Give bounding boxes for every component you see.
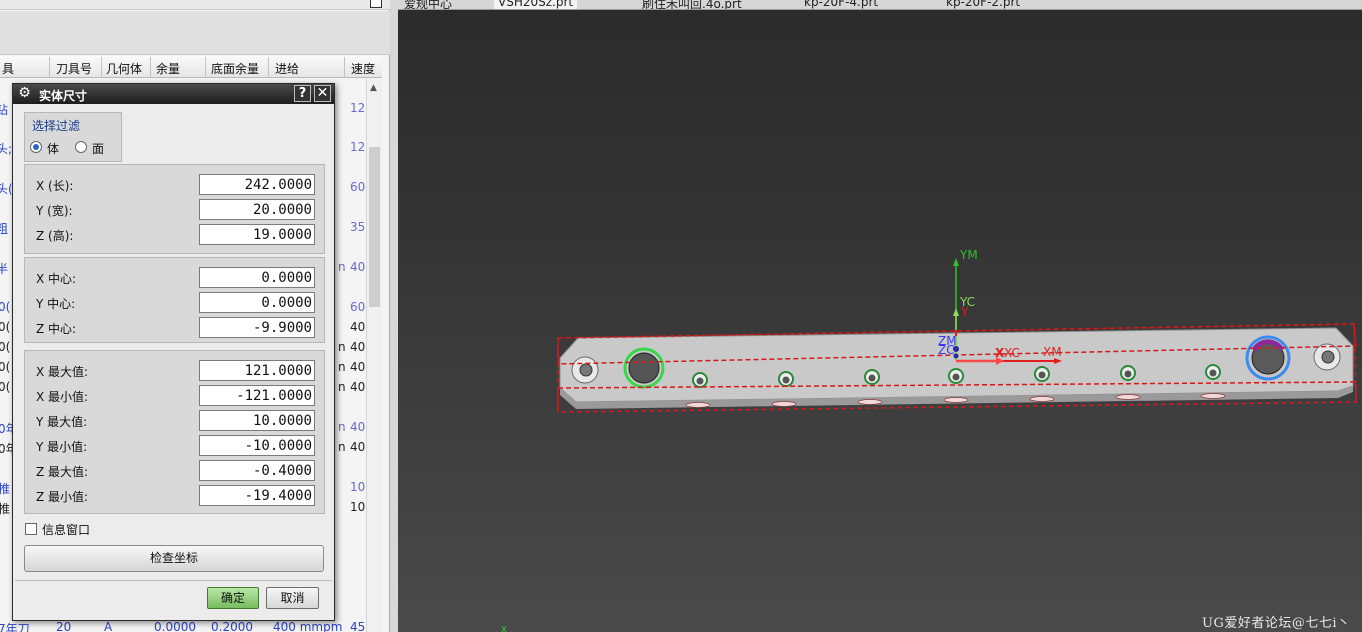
ok-button[interactable]: 确定: [207, 587, 259, 609]
column-tool[interactable]: 具: [2, 60, 14, 77]
height-z-field[interactable]: [199, 224, 315, 245]
radio-selected-icon[interactable]: [30, 141, 42, 153]
z-center-field[interactable]: [199, 317, 315, 338]
z-max-field[interactable]: [199, 460, 315, 481]
navigator-column-header: 具 刀具号 几何体 余量 底面余量 进给 速度: [0, 56, 382, 78]
radio-unselected-icon[interactable]: [75, 141, 87, 153]
column-geometry[interactable]: 几何体: [106, 60, 142, 77]
check-coordinates-button[interactable]: 检查坐标: [24, 545, 324, 572]
height-z-row: Z (高):: [25, 223, 325, 245]
checkbox-unchecked-icon[interactable]: [25, 523, 37, 535]
x-center-row: X 中心:: [25, 266, 325, 288]
y-min-field[interactable]: [199, 435, 315, 456]
y-max-field[interactable]: [199, 410, 315, 431]
restore-icon[interactable]: [370, 0, 382, 8]
selection-filter-group: 选择过滤 体 面: [24, 112, 122, 162]
axis-label-xc: XC: [1004, 346, 1020, 360]
x-min-field[interactable]: [199, 385, 315, 406]
column-tool-number[interactable]: 刀具号: [56, 60, 92, 77]
blue-hole[interactable]: [1245, 335, 1291, 381]
y-min-row: Y 最小值:: [25, 434, 325, 456]
dialog-title: 实体尺寸: [39, 89, 88, 103]
axis-label-y: Y: [960, 305, 969, 319]
green-hole[interactable]: [623, 347, 665, 389]
dialog-title-bar[interactable]: ⚙ 实体尺寸 ? ✕: [13, 84, 334, 104]
column-speed[interactable]: 速度: [351, 60, 375, 77]
dimensions-group: X (长): Y (宽): Z (高):: [24, 164, 325, 254]
length-x-row: X (长):: [25, 173, 325, 195]
navigator-title-bar: [0, 0, 390, 10]
y-center-row: Y 中心:: [25, 291, 325, 313]
navigator-toolbar-area: [0, 11, 390, 55]
x-max-row: X 最大值:: [25, 359, 325, 381]
help-button[interactable]: ?: [294, 85, 311, 102]
part-model-view[interactable]: YM YC Y ZM ZC X XC XM: [398, 0, 1362, 632]
solid-size-dialog: ⚙ 实体尺寸 ? ✕ 选择过滤 体 面 X (长): Y (宽):: [12, 83, 335, 621]
scroll-thumb[interactable]: [369, 147, 380, 307]
axis-label-xm: XM: [1043, 345, 1062, 359]
column-stock[interactable]: 余量: [156, 60, 180, 77]
axis-label-zc: ZC: [938, 343, 955, 357]
length-x-field[interactable]: [199, 174, 315, 195]
graphics-viewport[interactable]: 爱规中心 VSH20Sz.prt 刷住禾叫回.4o.prt kp-20F-4.p…: [398, 0, 1362, 632]
selection-filter-title: 选择过滤: [32, 119, 81, 133]
app-window: 具 刀具号 几何体 余量 底面余量 进给 速度 钻 12 头; 12 头(60 粗3…: [0, 0, 1362, 632]
z-max-row: Z 最大值:: [25, 459, 325, 481]
close-button[interactable]: ✕: [314, 85, 331, 102]
center-group: X 中心: Y 中心: Z 中心:: [24, 257, 325, 343]
column-floor-stock[interactable]: 底面余量: [211, 60, 259, 77]
width-y-row: Y (宽):: [25, 198, 325, 220]
x-center-field[interactable]: [199, 267, 315, 288]
watermark-text: UG爱好者论坛@七七i丶: [1202, 616, 1351, 631]
y-max-row: Y 最大值:: [25, 409, 325, 431]
x-max-field[interactable]: [199, 360, 315, 381]
view-triad-icon: [501, 625, 507, 632]
cancel-button[interactable]: 取消: [266, 587, 319, 609]
width-y-field[interactable]: [199, 199, 315, 220]
extents-group: X 最大值: X 最小值: Y 最大值: Y 最小值: Z 最大值: Z 最小值…: [24, 350, 325, 514]
z-center-row: Z 中心:: [25, 316, 325, 338]
navigator-scrollbar[interactable]: ▲: [366, 79, 382, 632]
column-feed[interactable]: 进给: [275, 60, 299, 77]
scroll-up-icon[interactable]: ▲: [370, 83, 377, 93]
dialog-divider: [15, 580, 332, 581]
axis-label-ym: YM: [959, 248, 978, 262]
z-min-row: Z 最小值:: [25, 484, 325, 506]
z-min-field[interactable]: [199, 485, 315, 506]
x-min-row: X 最小值:: [25, 384, 325, 406]
y-center-field[interactable]: [199, 292, 315, 313]
gear-icon[interactable]: ⚙: [16, 85, 33, 102]
